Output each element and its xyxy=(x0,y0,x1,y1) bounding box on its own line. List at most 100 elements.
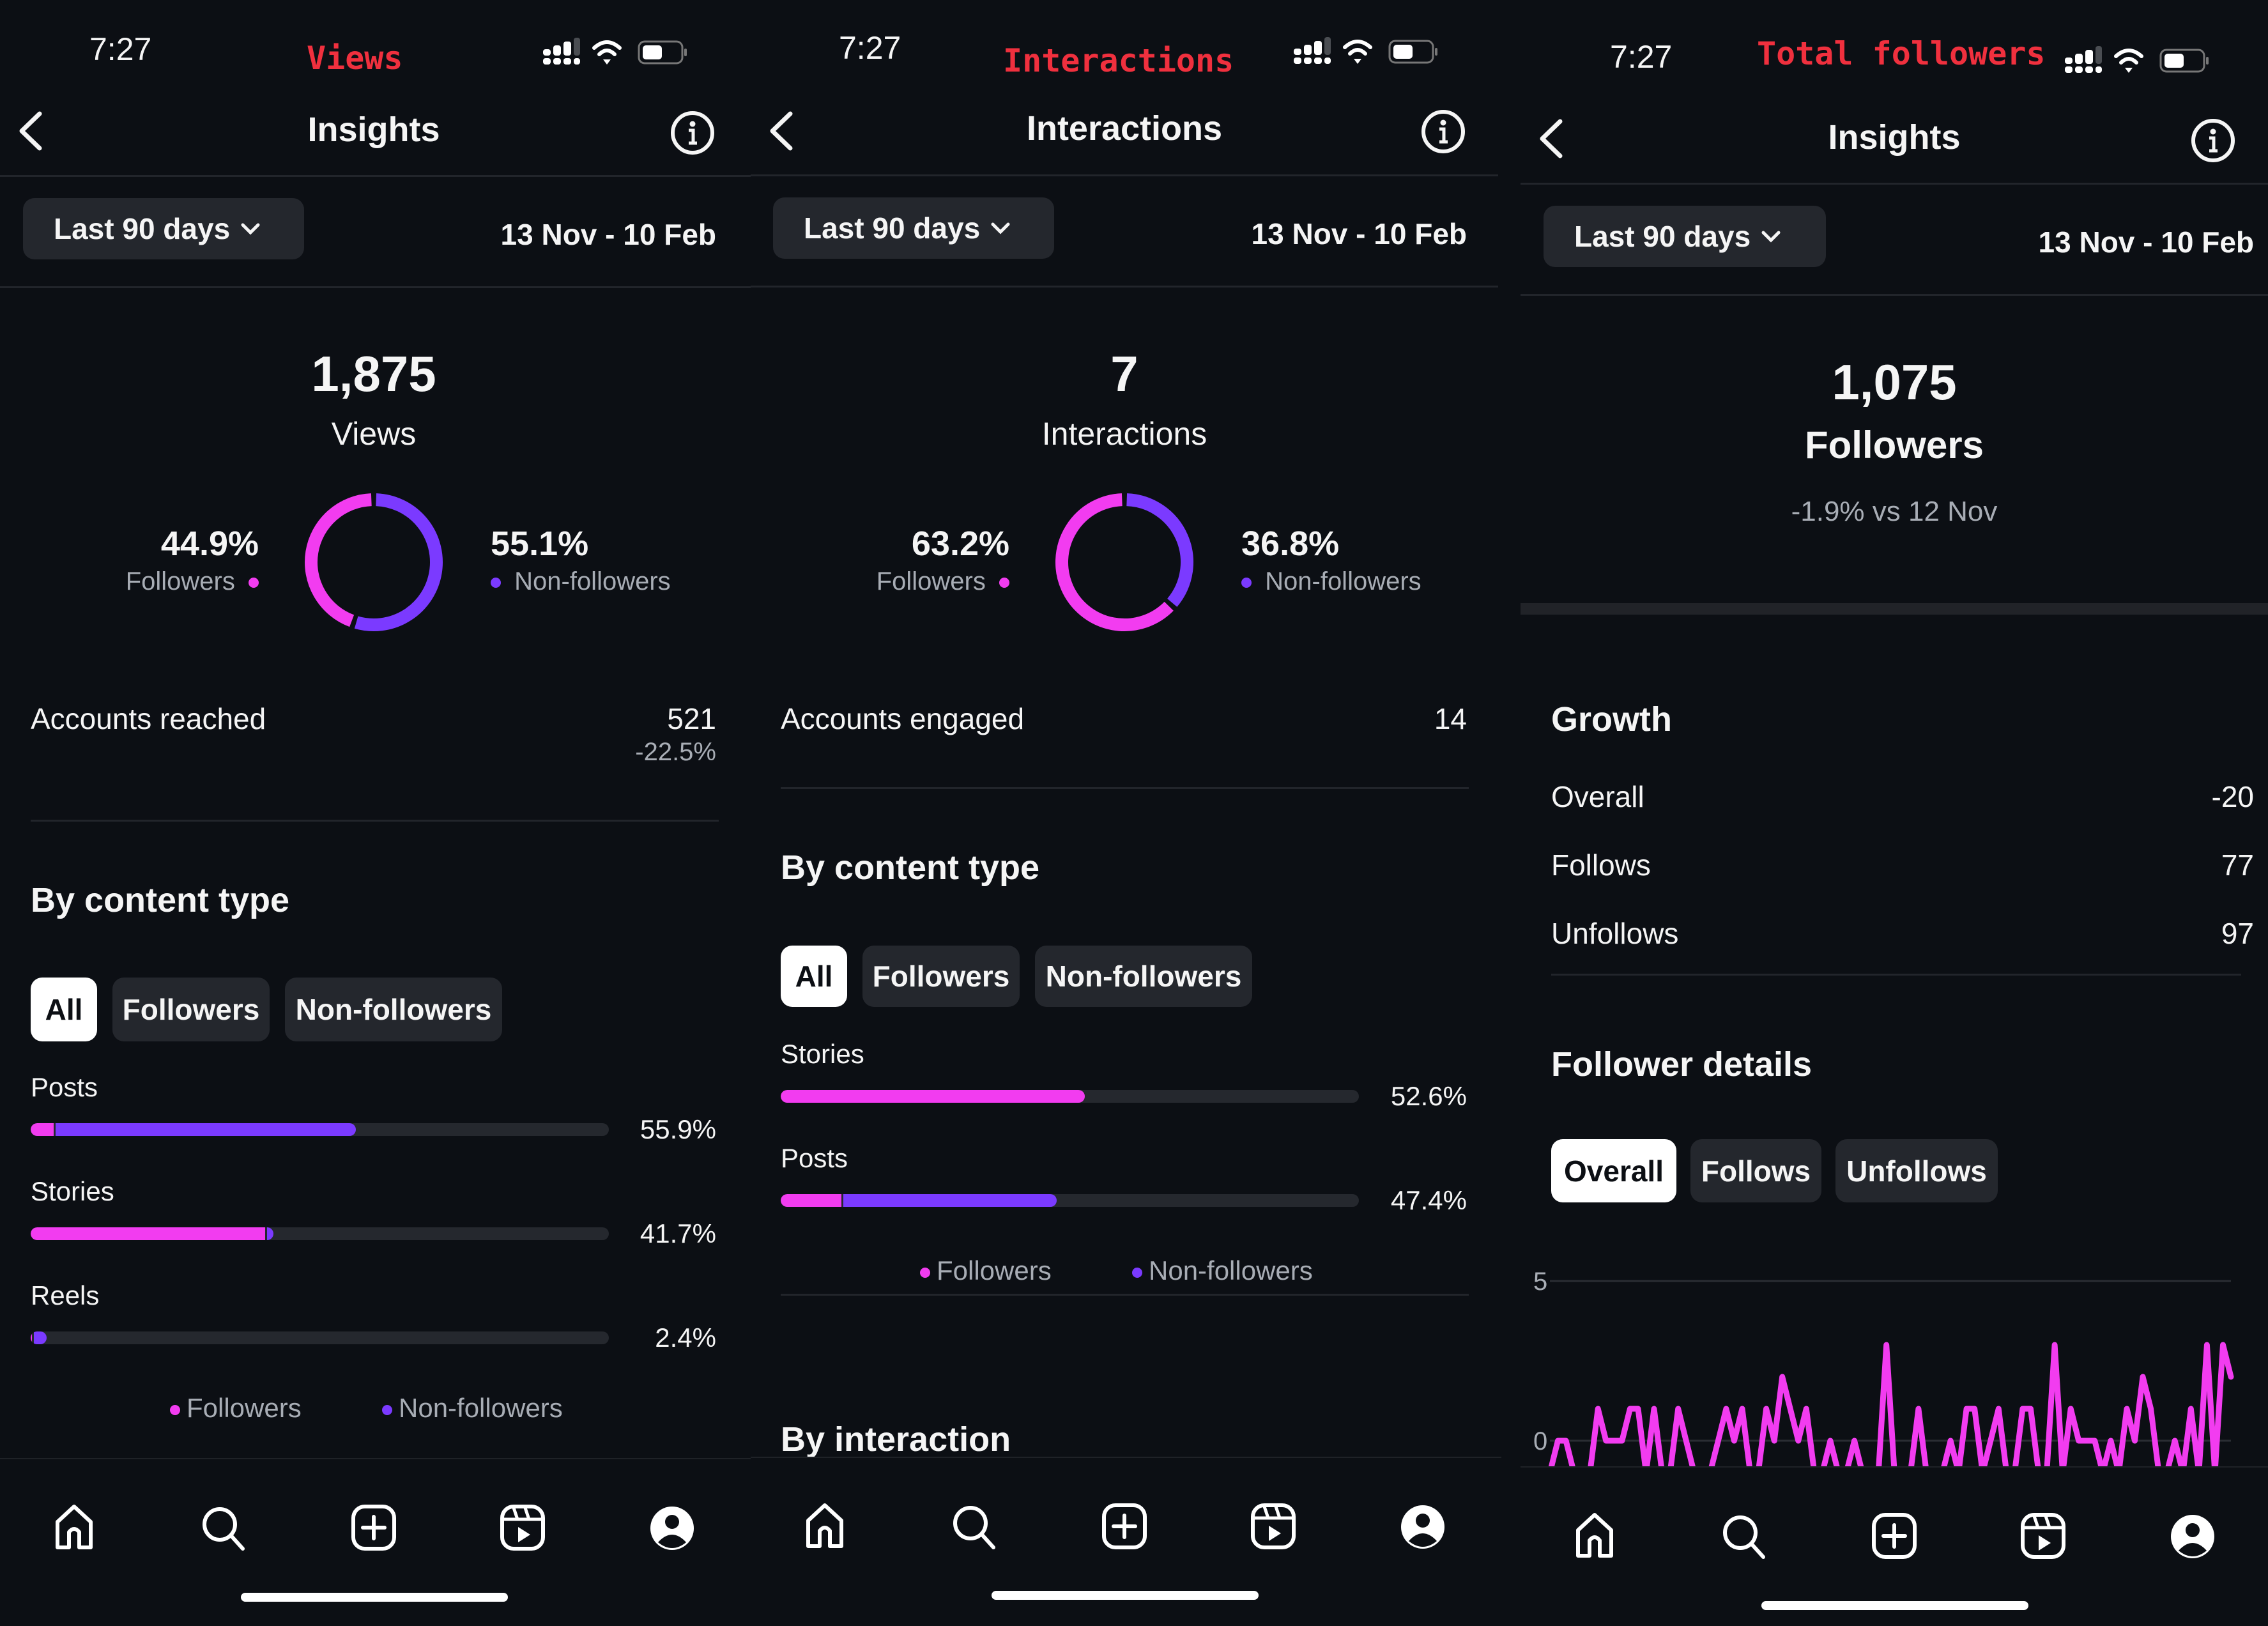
tab-create[interactable] xyxy=(1099,1501,1150,1553)
bar-segment-non-followers xyxy=(843,1194,1057,1207)
summary-label: Followers xyxy=(1804,424,1984,466)
bar-percentage: 41.7% xyxy=(640,1218,716,1248)
tab-search[interactable] xyxy=(949,1501,1000,1553)
growth-row-value: 97 xyxy=(2221,917,2254,950)
bar-segment-non-followers xyxy=(266,1227,274,1240)
status-icons xyxy=(2065,43,2231,79)
info-button[interactable] xyxy=(2190,118,2236,164)
bar-label: Stories xyxy=(781,1039,864,1069)
summary-label: Views xyxy=(331,416,417,452)
followers-legend: Followers xyxy=(126,567,259,596)
follower-tab-unfollows[interactable]: Unfollows xyxy=(1835,1139,1998,1202)
bar-segment-non-followers xyxy=(56,1123,356,1136)
search-icon xyxy=(1723,1515,1765,1559)
tab-home[interactable] xyxy=(799,1501,850,1553)
bar-legend-followers-label: Followers xyxy=(937,1255,1052,1285)
content-type-title: By content type xyxy=(781,848,1040,887)
page-title: Insights xyxy=(307,111,440,149)
chevron-down-icon xyxy=(991,222,1010,234)
date-range-dropdown[interactable]: Last 90 days xyxy=(773,197,1054,259)
home-icon xyxy=(1576,1513,1613,1558)
accounts-reached-value: 521 xyxy=(667,702,716,735)
tab-create[interactable] xyxy=(1869,1511,1920,1562)
filter-tab-followers[interactable]: Followers xyxy=(112,978,270,1041)
bar-label: Reels xyxy=(31,1280,100,1310)
plus-square-icon xyxy=(1872,1513,1917,1559)
tab-search[interactable] xyxy=(1719,1511,1770,1562)
wifi-icon-dot xyxy=(1354,59,1361,64)
bar-percentage: 55.9% xyxy=(640,1114,716,1144)
date-range-text: 13 Nov - 10 Feb xyxy=(2038,226,2254,259)
tab-reels[interactable] xyxy=(497,1503,548,1554)
filter-tab-followers[interactable]: Followers xyxy=(862,946,1020,1007)
home-icon xyxy=(56,1505,93,1549)
wifi-icon-dot xyxy=(603,59,611,65)
wifi-icon xyxy=(592,40,622,56)
info-icon xyxy=(2191,119,2235,162)
y-tick-label: 0 xyxy=(1533,1427,1547,1455)
battery-icon xyxy=(1388,40,1437,64)
filter-tab-all[interactable]: All xyxy=(781,946,847,1007)
summary-label: Interactions xyxy=(1041,416,1207,452)
tab-reels[interactable] xyxy=(2018,1511,2069,1562)
summary-change: -1.9% vs 12 Nov xyxy=(1791,496,1998,527)
bar-segment-non-followers xyxy=(33,1331,47,1344)
bar-segment-followers xyxy=(781,1090,1085,1103)
screen-annotation: Total followers xyxy=(1757,35,2046,72)
follower-tab-follows[interactable]: Follows xyxy=(1690,1139,1821,1202)
by-interaction-title: By interaction xyxy=(781,1420,1011,1459)
y-tick-label: 5 xyxy=(1533,1268,1547,1296)
bar-percentage: 52.6% xyxy=(1390,1081,1467,1111)
search-icon xyxy=(953,1506,995,1549)
date-range-dropdown-label: Last 90 days xyxy=(54,212,231,245)
follower-tab-overall[interactable]: Overall xyxy=(1551,1139,1676,1202)
home-indicator xyxy=(241,1593,508,1602)
date-range-dropdown[interactable]: Last 90 days xyxy=(23,198,304,259)
followers-pct: 44.9% xyxy=(160,525,259,563)
followers-pct: 63.2% xyxy=(911,525,1009,563)
bar-track xyxy=(31,1227,609,1240)
non-followers-legend-label: Non-followers xyxy=(1265,567,1421,595)
reels-icon xyxy=(1251,1503,1296,1549)
profile-icon xyxy=(1401,1505,1444,1549)
non-followers-legend-label: Non-followers xyxy=(514,567,671,595)
tab-create[interactable] xyxy=(348,1503,399,1554)
filter-tab-non-followers[interactable]: Non-followers xyxy=(1035,946,1252,1007)
header-divider xyxy=(751,174,1498,176)
bar-track xyxy=(781,1090,1359,1103)
non-followers-legend: Non-followers xyxy=(1241,567,1421,596)
growth-row-label: Overall xyxy=(1551,780,1644,813)
search-icon xyxy=(203,1507,245,1551)
header-divider xyxy=(1521,183,2268,185)
donut-chart xyxy=(1055,493,1193,631)
page-title: Insights xyxy=(1828,118,1961,157)
profile-icon xyxy=(2171,1515,2214,1558)
tab-profile[interactable] xyxy=(2167,1511,2218,1562)
header-divider xyxy=(0,175,751,177)
info-icon xyxy=(1421,110,1465,153)
bar-legend-followers: Followers xyxy=(170,1393,302,1423)
followers-legend-label: Followers xyxy=(876,567,986,595)
filter-divider xyxy=(751,286,1498,288)
tab-search[interactable] xyxy=(198,1503,249,1554)
filter-tab-all[interactable]: All xyxy=(31,978,97,1041)
info-button[interactable] xyxy=(1420,109,1466,155)
non-followers-dot xyxy=(1241,578,1252,588)
tab-home[interactable] xyxy=(49,1503,100,1554)
section-divider xyxy=(781,787,1469,789)
growth-row-label: Unfollows xyxy=(1551,917,1679,950)
tab-home[interactable] xyxy=(1569,1511,1620,1562)
filter-tab-non-followers[interactable]: Non-followers xyxy=(285,978,502,1041)
accounts-engaged-value: 14 xyxy=(1434,702,1467,735)
tab-profile[interactable] xyxy=(647,1503,698,1554)
bar-legend-non-followers: Non-followers xyxy=(1132,1255,1313,1286)
summary-value: 7 xyxy=(1110,346,1138,402)
date-range-dropdown[interactable]: Last 90 days xyxy=(1544,206,1826,267)
panel-views: 7:27 Views Insights Last 90 days 13 Nov … xyxy=(0,0,751,1626)
tab-bar-divider xyxy=(751,1457,1501,1458)
tab-profile[interactable] xyxy=(1397,1501,1448,1553)
followers-dot xyxy=(249,578,259,588)
growth-title: Growth xyxy=(1551,700,1672,739)
info-button[interactable] xyxy=(670,110,716,156)
tab-reels[interactable] xyxy=(1248,1501,1299,1553)
